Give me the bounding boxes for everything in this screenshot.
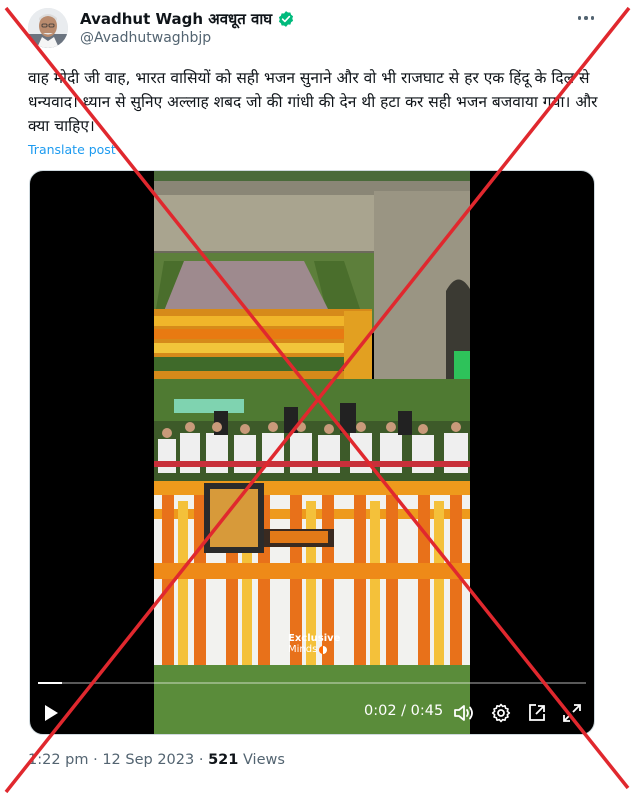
pip-button[interactable]: [525, 699, 549, 727]
author-display-name[interactable]: Avadhut Wagh अवधूत वाघ: [80, 9, 272, 29]
tweet-meta: 1:22 pm · 12 Sep 2023 · 521 Views: [28, 752, 285, 768]
watermark-logo-icon: [319, 645, 328, 654]
fullscreen-button[interactable]: [560, 699, 584, 727]
mute-button[interactable]: [452, 699, 476, 727]
verified-badge-icon: [279, 11, 294, 27]
settings-button[interactable]: [489, 699, 513, 727]
video-player[interactable]: Exclusive Minds 0:02 / 0:45: [29, 170, 595, 735]
watermark-line1: Exclusive: [288, 633, 341, 644]
video-controls: 0:02 / 0:45: [30, 699, 594, 727]
pip-icon: [529, 704, 545, 721]
settings-icon: [491, 703, 511, 723]
views-label: Views: [242, 752, 285, 768]
fullscreen-icon: [563, 704, 581, 722]
watermark-line2-row: Minds: [288, 644, 340, 655]
video-watermark: Exclusive Minds: [288, 633, 340, 655]
author-handle[interactable]: @Avadhutwaghbjp: [80, 30, 211, 46]
author-name-row: Avadhut Wagh अवधूत वाघ: [80, 9, 295, 29]
avatar[interactable]: [28, 8, 68, 48]
play-icon: [45, 705, 58, 721]
post-date[interactable]: 12 Sep 2023: [102, 752, 194, 768]
tweet-card: Avadhut Wagh अवधूत वाघ @Avadhutwaghbjp व…: [0, 0, 637, 794]
video-progress-fill: [38, 682, 63, 684]
watermark-line2: Minds: [288, 644, 318, 655]
tweet-text: वाह मोदी जी वाह, भारत वासियों को सही भजन…: [28, 69, 598, 135]
volume-icon: [454, 705, 473, 721]
more-dot-icon: [577, 16, 582, 20]
more-dot-icon: [584, 16, 588, 20]
post-time[interactable]: 1:22 pm: [28, 752, 89, 768]
play-button[interactable]: [40, 699, 62, 727]
meta-separator: ·: [198, 752, 204, 768]
more-options-button[interactable]: [572, 8, 600, 28]
meta-separator: ·: [93, 752, 98, 768]
video-time-display: 0:02 / 0:45: [364, 703, 444, 719]
translate-post-link[interactable]: Translate post: [28, 142, 116, 157]
views-count: 521: [208, 752, 239, 768]
more-dot-icon: [590, 16, 595, 20]
video-progress-bar[interactable]: [38, 682, 586, 684]
